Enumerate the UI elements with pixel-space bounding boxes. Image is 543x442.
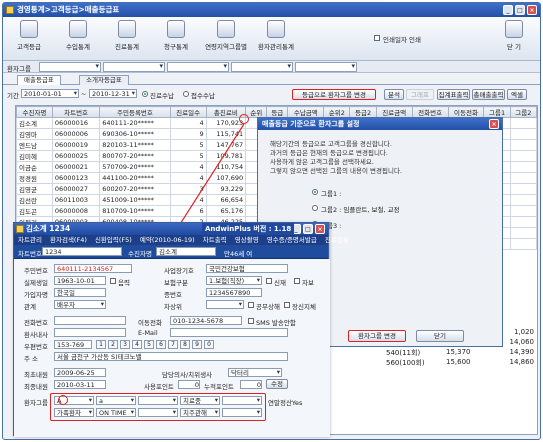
zip-key[interactable]: 7: [168, 340, 178, 349]
zip-key[interactable]: 1: [96, 340, 106, 349]
mobile-label: 이동전화: [138, 319, 162, 327]
menu-patient-search[interactable]: 환자검색(F4): [50, 236, 87, 244]
first-visit-input[interactable]: 2009-06-25: [54, 368, 106, 377]
menu-receipt[interactable]: 영수증/증명서발급: [267, 236, 317, 244]
relation-label: 관계: [24, 303, 36, 311]
doctor-select[interactable]: 닥터리: [228, 368, 282, 377]
zip-key[interactable]: 3: [120, 340, 130, 349]
total-points-label: 누적포인트: [204, 383, 234, 391]
total-points-input[interactable]: 0: [240, 380, 262, 389]
mobile-input[interactable]: 010-1234-5678: [170, 316, 242, 325]
sms-checkbox[interactable]: [248, 318, 254, 324]
first-visit-label: 최초내원: [24, 371, 48, 379]
tax-select[interactable]: [206, 300, 244, 309]
zip-key[interactable]: 8: [180, 340, 190, 349]
phone-input[interactable]: [54, 316, 126, 325]
email-label: E-Mail: [138, 329, 158, 337]
customer-menubar: 차트관리 환자검색(F4) 신환입력(F5) 예약(2010-06-19) 차트…: [14, 235, 349, 245]
points-edit-button[interactable]: 수정: [266, 379, 288, 389]
menu-new-patient[interactable]: 신환입력(F5): [95, 236, 132, 244]
biz-input[interactable]: 국민건강보험: [206, 264, 288, 273]
disabled-checkbox[interactable]: [284, 302, 290, 308]
lunar-checkbox[interactable]: [110, 278, 116, 284]
patient-name-input[interactable]: 김소계: [156, 247, 216, 256]
zip-key[interactable]: 5: [144, 340, 154, 349]
zip-key[interactable]: 4: [132, 340, 142, 349]
official-injury-checkbox[interactable]: [248, 302, 254, 308]
customer-title: 김소계 1234: [26, 224, 71, 233]
address-label: 주 소: [24, 355, 39, 363]
insurance-select[interactable]: 1.보험(직장): [206, 276, 262, 285]
self-label: 신재: [274, 279, 286, 287]
official-injury-label: 공무상해: [256, 303, 280, 311]
menu-chart-print[interactable]: 차트출력: [203, 236, 227, 244]
menu-treatment-status[interactable]: 진료현황: [325, 236, 349, 244]
chart-no-label: 차트번호: [18, 250, 42, 258]
zip-label: 우편번호: [24, 343, 48, 351]
customer-form-window: 김소계 1234 _ □ × AndwinPlus 버전 : 1.18 차트관리 환…: [13, 222, 349, 437]
birth-input[interactable]: 1963-10-01: [54, 276, 106, 285]
zip-key[interactable]: 0: [204, 340, 214, 349]
last-visit-input[interactable]: 2010-03-11: [54, 380, 106, 389]
address-input[interactable]: 서울 금천구 가산동 S)테크노밸: [54, 352, 288, 361]
patient-name-label: 수진자명: [128, 250, 152, 258]
subscriber-input[interactable]: 한국일: [54, 288, 106, 297]
last-visit-label: 최종내원: [24, 383, 48, 391]
patient-group-label: 환자그룹: [24, 399, 48, 407]
zip-key[interactable]: 6: [156, 340, 166, 349]
customer-maximize-icon[interactable]: □: [303, 224, 313, 234]
menu-chart[interactable]: 차트관리: [18, 236, 42, 244]
zip-key[interactable]: 2: [108, 340, 118, 349]
insurance-label: 보험구분: [164, 279, 188, 287]
chart-no-input[interactable]: 1234: [42, 247, 122, 256]
zip-key[interactable]: 9: [192, 340, 202, 349]
tax-label: 차상위: [164, 303, 182, 311]
email-input[interactable]: [170, 328, 288, 337]
age-label: 만46세 여: [224, 250, 253, 258]
zip-input[interactable]: 153-769: [54, 340, 92, 349]
points-label: 사용포인트: [144, 383, 174, 391]
menu-imaging[interactable]: 영상촬영: [235, 236, 259, 244]
cert-input[interactable]: 1234567890: [206, 288, 262, 297]
customer-app-icon: [16, 225, 24, 233]
self-checkbox[interactable]: [266, 278, 272, 284]
biz-label: 사업장기호: [164, 267, 194, 275]
doctor-label: 담당의사/치위생사: [162, 371, 213, 379]
work-label: 환사내사: [24, 331, 48, 339]
sub-checkbox[interactable]: [294, 278, 300, 284]
phone-label: 전화번호: [24, 319, 48, 327]
customer-close-icon[interactable]: ×: [315, 224, 325, 234]
sms-label: SMS 발송안함: [256, 319, 296, 327]
cert-label: 증번호: [164, 291, 182, 299]
subscriber-label: 가입자명: [24, 291, 48, 299]
disabled-label: 장신지체: [292, 303, 316, 311]
work-input[interactable]: [54, 328, 126, 337]
customer-header: 차트번호 1234 수진자명 김소계 만46세 여: [14, 245, 328, 259]
year-end-label: 연말정산Yes: [268, 399, 303, 407]
points-input[interactable]: 0: [178, 380, 200, 389]
annotation-box-group: [50, 393, 266, 421]
relation-select[interactable]: 배우자: [54, 300, 106, 309]
birth-label: 실제생일: [24, 279, 48, 287]
sub-label: 자보: [302, 279, 314, 287]
menu-reservation[interactable]: 예약(2010-06-19): [140, 236, 195, 244]
ssn-label: 주민번호: [24, 267, 48, 275]
version-label: AndwinPlus 버전 : 1.18: [202, 223, 295, 235]
lunar-label: 음력: [118, 279, 130, 287]
ssn-input[interactable]: 640111-2134567: [54, 264, 132, 273]
